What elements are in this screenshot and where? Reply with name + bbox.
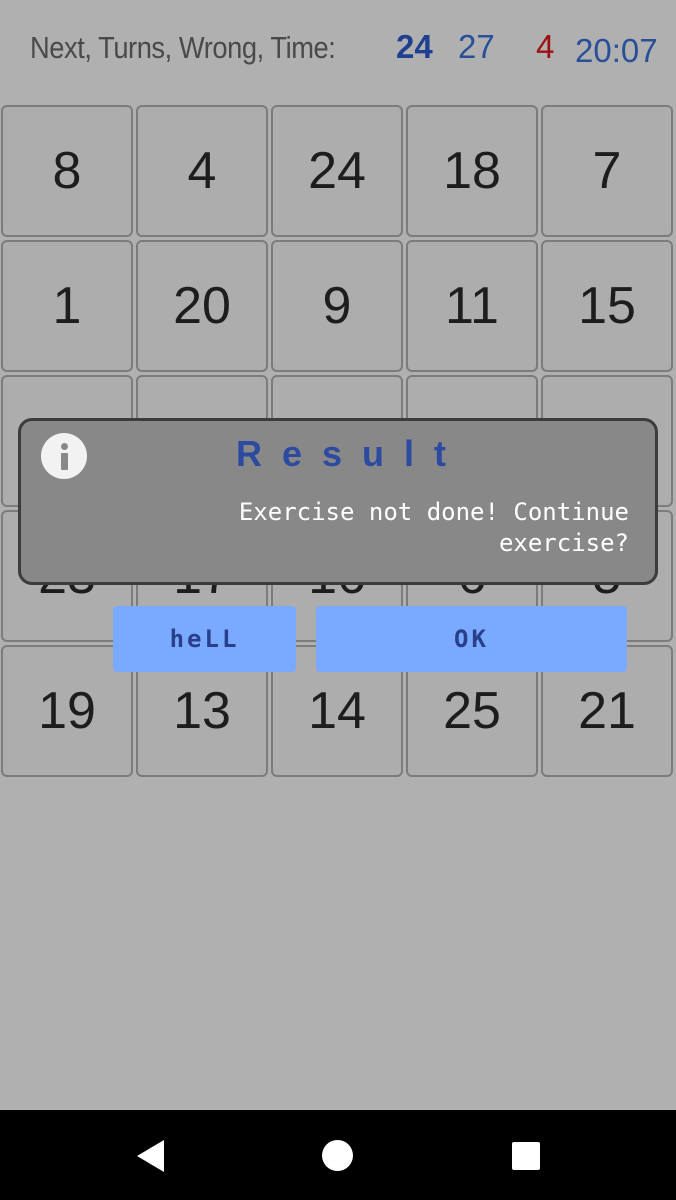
- result-dialog: Result Exercise not done! Continue exerc…: [18, 418, 658, 585]
- grid-tile[interactable]: 1: [1, 240, 133, 372]
- grid-tile[interactable]: 18: [406, 105, 538, 237]
- ok-button[interactable]: OK: [316, 606, 627, 672]
- grid-tile[interactable]: 4: [136, 105, 268, 237]
- dialog-title: Result: [235, 433, 467, 474]
- dialog-message: Exercise not done! Continue exercise?: [238, 498, 629, 557]
- grid-tile[interactable]: 20: [136, 240, 268, 372]
- grid-tile[interactable]: 9: [271, 240, 403, 372]
- grid-tile[interactable]: 11: [406, 240, 538, 372]
- grid-tile[interactable]: 24: [271, 105, 403, 237]
- grid-tile[interactable]: 7: [541, 105, 673, 237]
- home-icon[interactable]: [322, 1140, 353, 1171]
- grid-tile[interactable]: 15: [541, 240, 673, 372]
- header-label: Next, Turns, Wrong, Time:: [30, 30, 336, 65]
- elapsed-time: 20:07: [575, 32, 658, 69]
- grid-tile[interactable]: 8: [1, 105, 133, 237]
- turns-count: 27: [458, 28, 495, 65]
- recents-icon[interactable]: [512, 1142, 540, 1170]
- hell-button[interactable]: heLL: [113, 606, 296, 672]
- status-header: Next, Turns, Wrong, Time: 24 27 4 20:07: [0, 0, 676, 104]
- back-icon[interactable]: [137, 1140, 164, 1172]
- wrong-count: 4: [536, 28, 555, 65]
- system-nav-bar: [0, 1110, 676, 1200]
- next-number: 24: [396, 28, 433, 65]
